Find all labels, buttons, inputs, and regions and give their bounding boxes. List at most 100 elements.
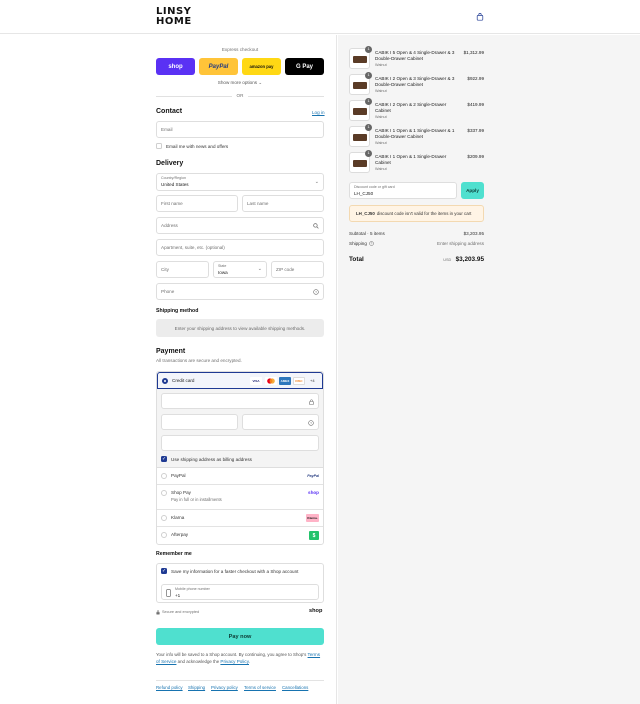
quantity-badge: 1 <box>365 98 372 105</box>
product-price: $922.99 <box>467 76 484 81</box>
secure-label: Secure and encrypted <box>162 610 200 614</box>
footer-privacy-policy-link[interactable]: Privacy policy <box>211 685 238 690</box>
visa-icon: VISA <box>250 377 262 385</box>
last-name-placeholder: Last name <box>247 201 269 206</box>
google-pay-button[interactable]: G Pay <box>285 58 324 75</box>
news-checkbox[interactable] <box>156 143 162 149</box>
billing-same-checkbox[interactable]: ✓ <box>161 456 167 462</box>
apartment-field[interactable]: Apartment, suite, etc. (optional) <box>156 239 324 256</box>
security-code-field[interactable]: ? <box>242 414 319 430</box>
klarna-option[interactable]: Klarna Klarna. <box>157 510 323 527</box>
product-price: $419.99 <box>467 102 484 107</box>
amex-icon: AMEX <box>279 377 291 385</box>
legal-text: Your info will be saved to a Shop accoun… <box>156 651 324 665</box>
apartment-placeholder: Apartment, suite, etc. (optional) <box>161 245 225 250</box>
email-field[interactable]: Email <box>156 121 324 138</box>
paypal-label: PayPal <box>171 473 186 478</box>
payment-subtitle: All transactions are secure and encrypte… <box>156 358 242 363</box>
expiration-date-field[interactable] <box>161 414 238 430</box>
product-name: CABIK I 1 Open & 1 Single-Drawer & 1 Dou… <box>375 128 455 139</box>
mobile-phone-label: Mobile phone number <box>175 587 210 591</box>
login-link[interactable]: Log in <box>312 110 325 115</box>
first-name-field[interactable]: First name <box>156 195 238 212</box>
cabinet-image <box>353 82 367 89</box>
subtotal-row: Subtotal · 5 items $3,203.95 <box>349 231 484 236</box>
search-icon <box>313 223 319 229</box>
shop-pay-option[interactable]: Shop Pay Pay in full or in installments … <box>157 485 323 510</box>
phone-field[interactable]: Phone ? <box>156 283 324 300</box>
afterpay-radio[interactable] <box>161 532 167 538</box>
billing-same-label: Use shipping address as billing address <box>171 457 252 462</box>
state-select[interactable]: State Iowa ⌄ <box>213 261 267 278</box>
credit-card-label: Credit card <box>172 378 195 383</box>
product-name: CABIK I 5 Open & 4 Single-Drawer & 3 Dou… <box>375 50 455 61</box>
help-circle-icon[interactable]: ? <box>308 420 314 426</box>
address-placeholder: Address <box>161 223 178 228</box>
mobile-phone-field[interactable]: Mobile phone number +1 <box>161 584 319 600</box>
mobile-phone-icon <box>166 589 171 597</box>
footer-terms-link[interactable]: Terms of service <box>244 685 276 690</box>
city-field[interactable]: City <box>156 261 209 278</box>
shipping-row: Shipping ? Enter shipping address <box>349 241 484 246</box>
or-label: OR <box>232 93 248 98</box>
shop-pay-label: Shop Pay <box>171 490 191 495</box>
save-info-checkbox[interactable]: ✓ <box>161 568 167 574</box>
cabinet-image <box>353 56 367 63</box>
quantity-badge: 1 <box>365 124 372 131</box>
mastercard-icon <box>265 377 277 385</box>
currency-code: USD <box>443 258 452 262</box>
card-number-field[interactable] <box>161 393 319 409</box>
last-name-field[interactable]: Last name <box>242 195 324 212</box>
product-name: CABIK I 2 Open & 3 Single-Drawer & 3 Dou… <box>375 76 455 87</box>
country-select[interactable]: Country/Region United States ⌄ <box>156 173 324 191</box>
pay-now-button[interactable]: Pay now <box>156 628 324 645</box>
paypal-radio[interactable] <box>161 473 167 479</box>
apply-discount-button[interactable]: Apply <box>461 182 484 199</box>
footer-refund-policy-link[interactable]: Refund policy <box>156 685 183 690</box>
shop-pay-radio[interactable] <box>161 490 167 496</box>
product-name: CABIK I 1 Open & 1 Single-Drawer Cabinet <box>375 154 447 165</box>
product-variant: Walnut <box>375 63 387 67</box>
footer-shipping-link[interactable]: Shipping <box>188 685 205 690</box>
more-cards-count: +4 <box>310 378 315 383</box>
help-circle-icon[interactable]: ? <box>313 289 319 295</box>
paypal-button[interactable]: PayPal <box>199 58 238 75</box>
address-field[interactable]: Address <box>156 217 324 234</box>
discount-error-code: LH_CJ50 <box>356 211 375 216</box>
paypal-option[interactable]: PayPal PayPal <box>157 468 323 485</box>
footer-cancellations-link[interactable]: Cancellations <box>282 685 308 690</box>
shop-pay-button[interactable]: shop <box>156 58 195 75</box>
zip-field[interactable]: ZIP code <box>271 261 324 278</box>
product-variant: Walnut <box>375 89 387 93</box>
quantity-badge: 1 <box>365 150 372 157</box>
country-label: Country/Region <box>161 176 186 180</box>
quantity-badge: 1 <box>365 72 372 79</box>
legal-text-2: and acknowledge the <box>177 659 220 664</box>
legal-text-1: Your info will be saved to a Shop accoun… <box>156 652 307 657</box>
shopping-bag-icon[interactable] <box>476 13 484 21</box>
discount-code-field[interactable]: Discount code or gift card LH_CJ50 <box>349 182 457 199</box>
amazon-pay-button[interactable]: amazon pay <box>242 58 281 75</box>
lock-icon <box>156 610 160 615</box>
shipping-method-placeholder: Enter your shipping address to view avai… <box>156 319 324 337</box>
discover-icon: DISC <box>293 377 305 385</box>
delivery-heading: Delivery <box>156 160 184 167</box>
klarna-radio[interactable] <box>161 515 167 521</box>
chevron-down-icon: ⌄ <box>314 179 319 185</box>
show-more-options-link[interactable]: Show more options ⌄ <box>156 80 324 86</box>
discount-code-value: LH_CJ50 <box>354 191 374 196</box>
subtotal-value: $3,203.95 <box>463 231 484 236</box>
product-name: CABIK I 2 Open & 2 Single-Drawer Cabinet <box>375 102 447 113</box>
privacy-policy-link[interactable]: Privacy Policy <box>220 659 249 664</box>
credit-card-option[interactable]: Credit card VISA AMEX DISC +4 <box>157 372 323 389</box>
remember-me-heading: Remember me <box>156 551 192 557</box>
store-logo[interactable]: LINSY HOME <box>156 7 192 27</box>
help-circle-icon[interactable]: ? <box>369 241 374 246</box>
shop-pay-sub: Pay in full or in installments <box>171 497 222 502</box>
afterpay-option[interactable]: Afterpay $ <box>157 527 323 544</box>
credit-card-radio[interactable] <box>162 378 168 384</box>
name-on-card-field[interactable] <box>161 435 319 451</box>
afterpay-label: Afterpay <box>171 532 189 537</box>
product-thumbnail: 1 <box>349 124 372 147</box>
news-label: Email me with news and offers <box>166 144 229 149</box>
